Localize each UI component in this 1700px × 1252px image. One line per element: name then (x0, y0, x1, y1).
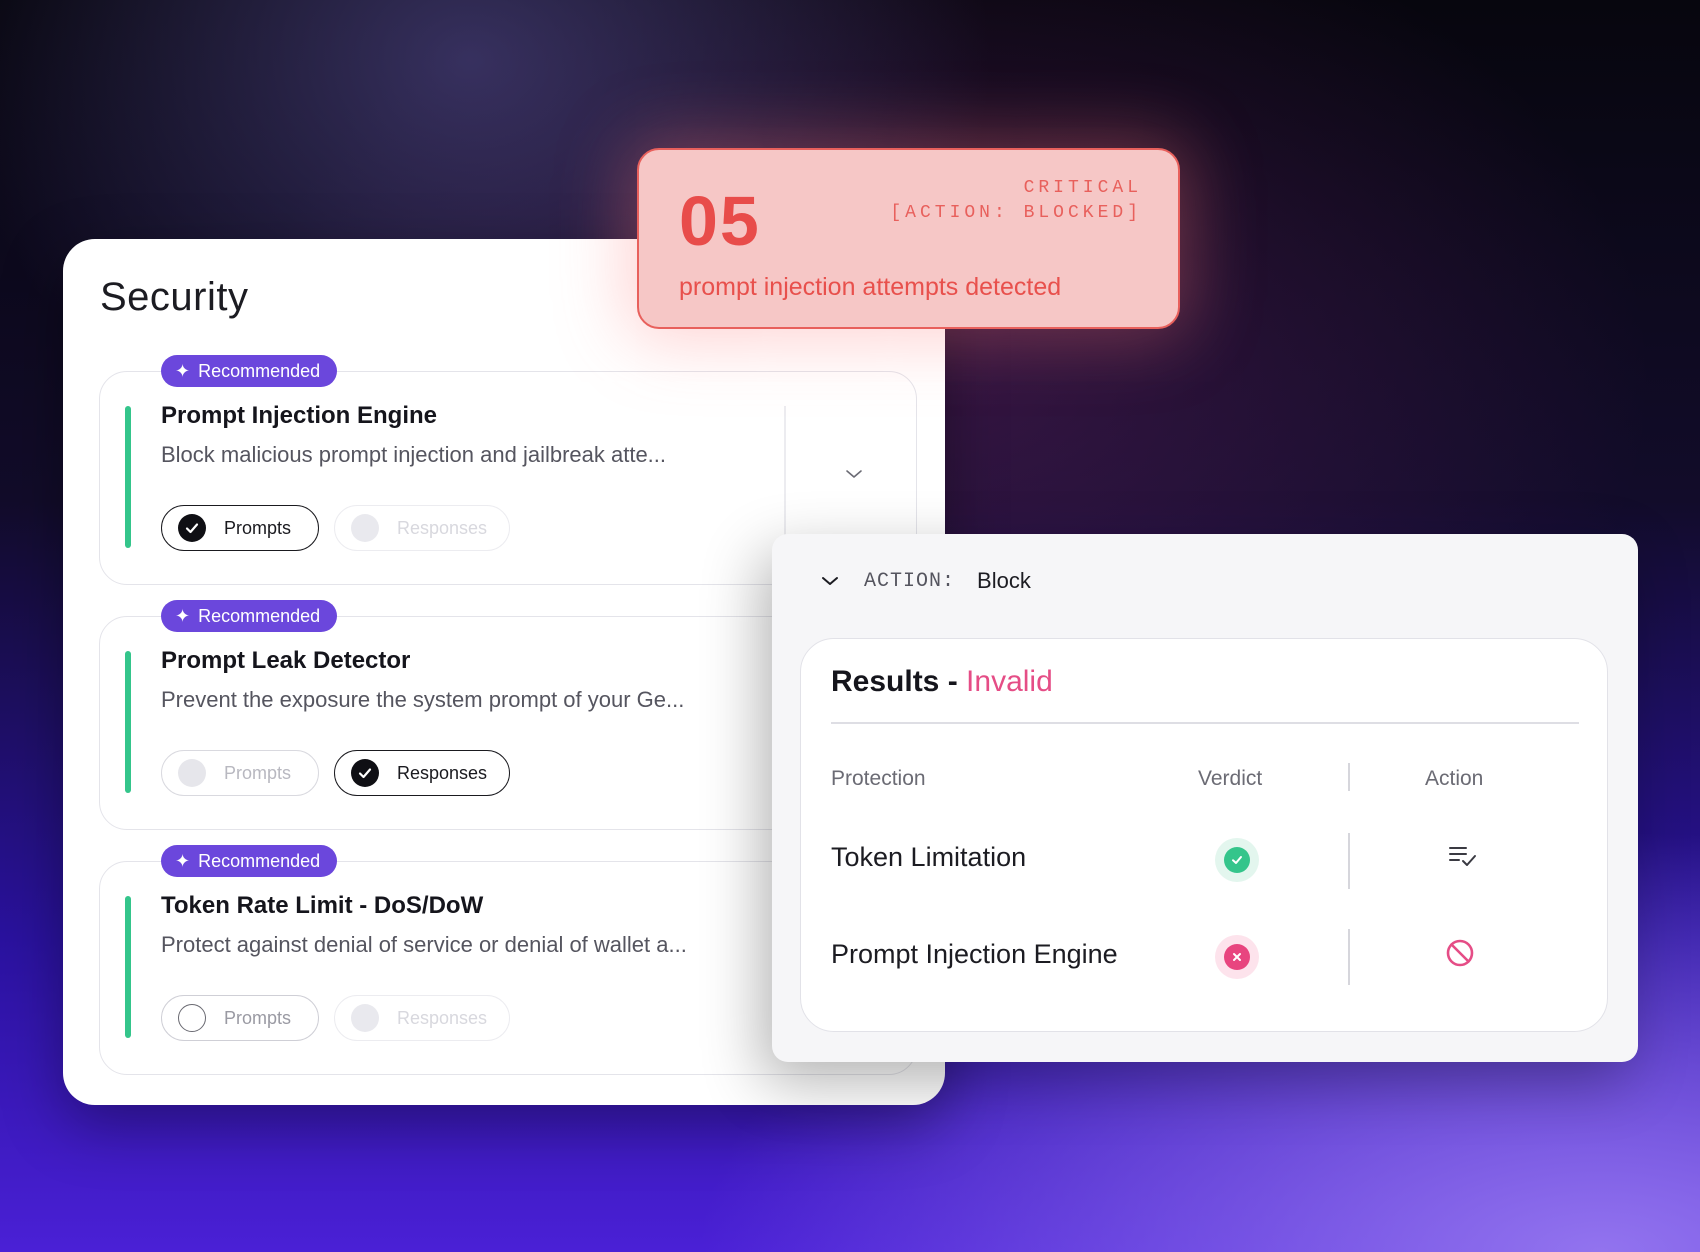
action-selector[interactable]: ACTION: Block (818, 568, 1031, 594)
recommended-badge: ✦ Recommended (161, 845, 338, 877)
recommended-badge: ✦ Recommended (161, 355, 338, 387)
card-title: Prompt Injection Engine (161, 402, 438, 429)
card-description: Protect against denial of service or den… (161, 932, 687, 957)
prompts-toggle[interactable]: Prompts (161, 750, 319, 796)
security-title: Security (100, 275, 249, 319)
sparkle-icon: ✦ (175, 606, 191, 626)
results-status: Invalid (966, 665, 1053, 698)
radio-icon (351, 1004, 379, 1032)
column-divider (1348, 763, 1350, 791)
column-divider (1348, 833, 1350, 889)
row-protection-label: Token Limitation (831, 842, 1027, 872)
card-title: Prompt Leak Detector (161, 647, 411, 674)
card-description: Block malicious prompt injection and jai… (161, 442, 667, 467)
check-icon (178, 514, 206, 542)
recommended-badge: ✦ Recommended (161, 600, 338, 632)
card-accent-bar (125, 896, 131, 1038)
card-accent-bar (125, 406, 131, 548)
results-panel: ACTION: Block Results - Invalid Protecti… (772, 534, 1638, 1062)
sparkle-icon: ✦ (175, 851, 191, 871)
list-check-icon[interactable] (1448, 844, 1478, 870)
block-icon[interactable] (1445, 938, 1475, 968)
chevron-down-icon[interactable] (818, 569, 842, 593)
column-header-verdict: Verdict (1198, 767, 1263, 790)
action-key: ACTION: (864, 569, 956, 593)
row-protection-label: Prompt Injection Engine (831, 939, 1118, 969)
alert-count: 05 (679, 182, 761, 260)
column-header-protection: Protection (831, 767, 926, 790)
alert-severity: CRITICAL [ACTION: BLOCKED] (890, 178, 1142, 223)
results-card: Results - Invalid Protection Verdict Act… (800, 638, 1608, 1032)
radio-icon (178, 759, 206, 787)
radio-icon (178, 1004, 206, 1032)
responses-toggle[interactable]: Responses (334, 505, 510, 551)
verdict-fail-icon (1215, 935, 1259, 979)
card-accent-bar (125, 651, 131, 793)
action-value: Block (977, 568, 1031, 593)
divider (831, 722, 1579, 724)
card-title: Token Rate Limit - DoS/DoW (161, 892, 484, 919)
column-divider (1348, 929, 1350, 985)
column-header-action: Action (1425, 767, 1484, 790)
radio-icon (351, 514, 379, 542)
card-description: Prevent the exposure the system prompt o… (161, 687, 685, 712)
check-icon (351, 759, 379, 787)
responses-toggle[interactable]: Responses (334, 750, 510, 796)
responses-toggle[interactable]: Responses (334, 995, 510, 1041)
critical-alert: 05 CRITICAL [ACTION: BLOCKED] prompt inj… (637, 148, 1180, 329)
prompts-toggle[interactable]: Prompts (161, 995, 319, 1041)
prompts-toggle[interactable]: Prompts (161, 505, 319, 551)
alert-message: prompt injection attempts detected (679, 273, 1062, 301)
chevron-down-icon[interactable] (842, 462, 866, 486)
results-title: Results - Invalid (831, 665, 1053, 698)
sparkle-icon: ✦ (175, 361, 191, 381)
verdict-pass-icon (1215, 838, 1259, 882)
